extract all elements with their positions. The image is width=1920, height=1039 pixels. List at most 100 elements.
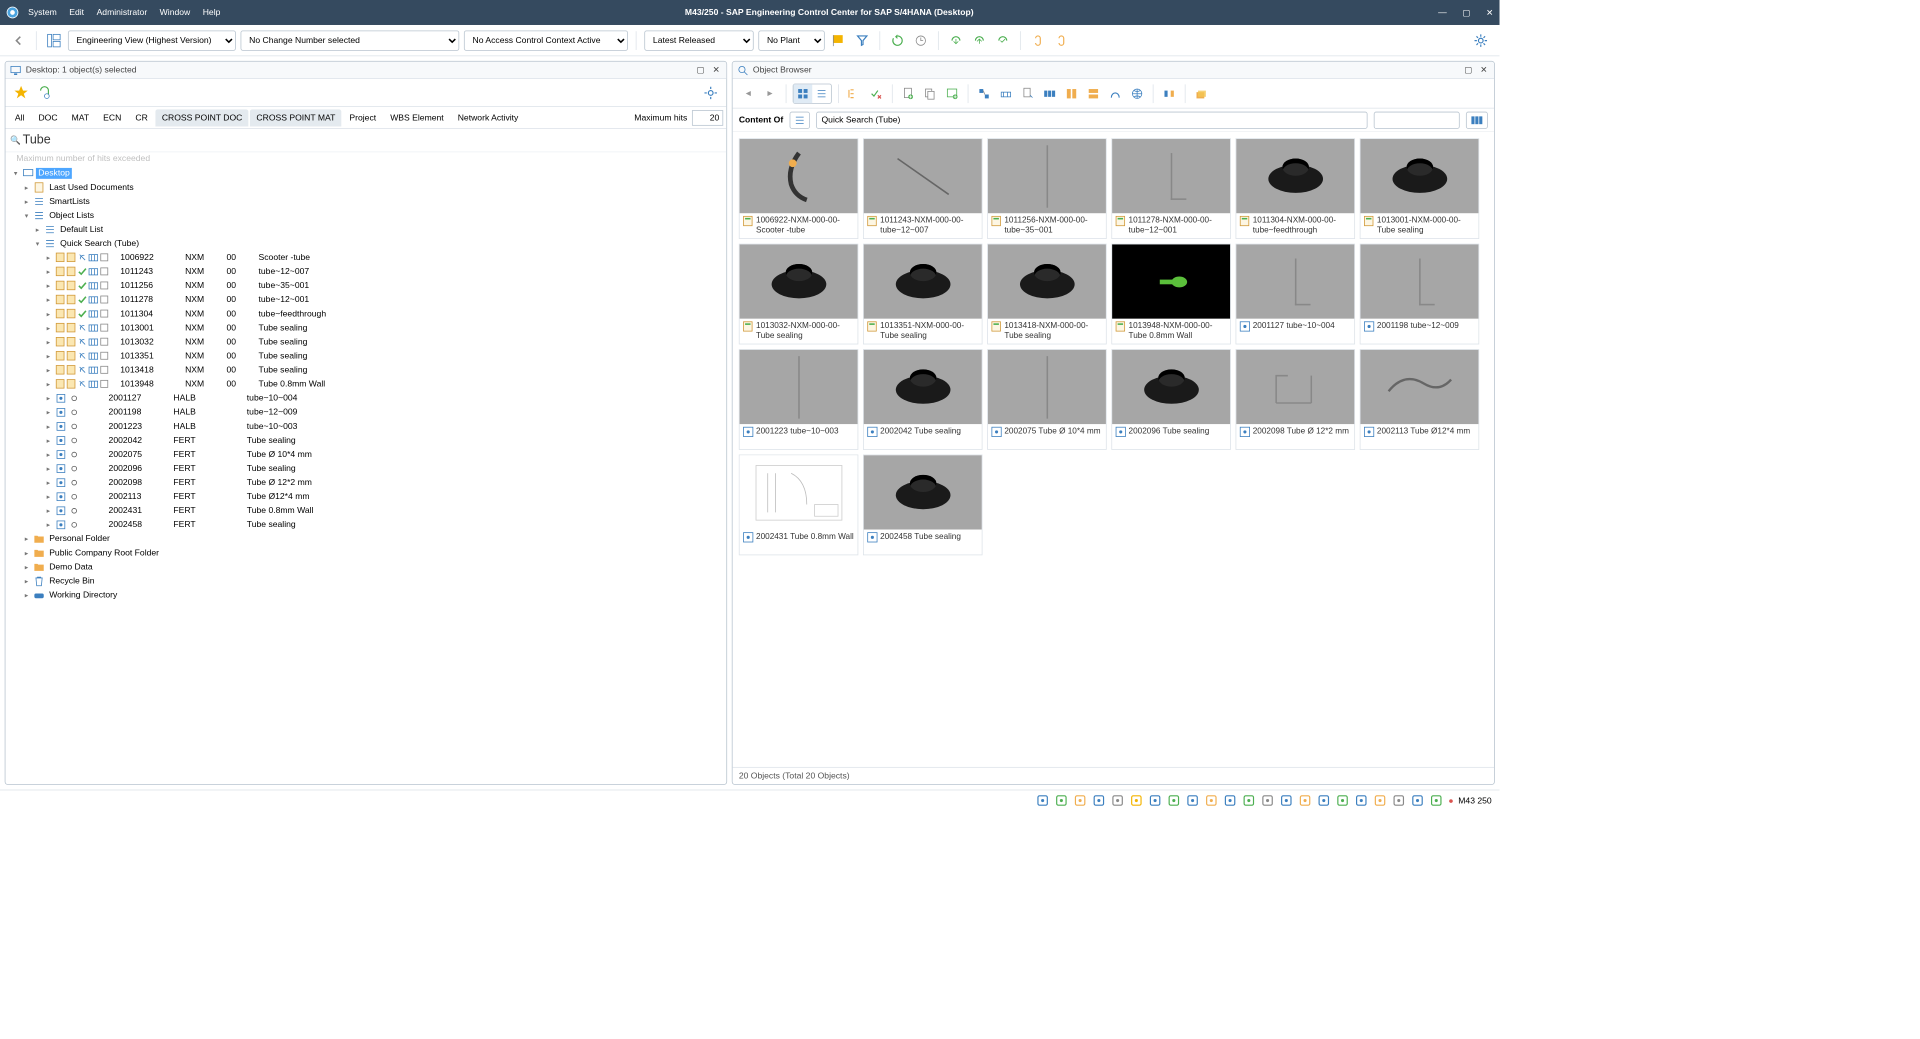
tool-5-icon[interactable]: [1062, 84, 1081, 103]
tree-row[interactable]: ▾Quick Search (Tube): [9, 237, 724, 251]
desktop-tree[interactable]: ▾Desktop ▸Last Used Documents ▸SmartList…: [5, 165, 726, 784]
change-number-selector[interactable]: No Change Number selected: [241, 30, 460, 50]
plant-selector[interactable]: No Plant: [758, 30, 824, 50]
tree-doc-row[interactable]: ▸ 1011243NXM00tube~12~007: [9, 265, 724, 279]
tab-doc[interactable]: DOC: [32, 109, 64, 126]
new-sheet-icon[interactable]: [943, 84, 962, 103]
tool-1-icon[interactable]: [975, 84, 994, 103]
tree-mat-row[interactable]: ▸ 2002098FERTTube Ø 12*2 mm: [9, 476, 724, 490]
tree-row[interactable]: ▸Working Directory: [9, 588, 724, 602]
refresh-time-icon[interactable]: [911, 31, 930, 50]
thumbnail-item[interactable]: 2002098 Tube Ø 12*2 mm: [1236, 349, 1355, 450]
back-button[interactable]: [9, 31, 28, 50]
max-hits-input[interactable]: [692, 110, 723, 126]
tab-cr[interactable]: CR: [129, 109, 154, 126]
copy-doc-icon[interactable]: [921, 84, 940, 103]
desktop-search-input[interactable]: [23, 133, 722, 147]
thumbnail-item[interactable]: 2002113 Tube Ø12*4 mm: [1360, 349, 1479, 450]
tree-doc-row[interactable]: ▸ 1013948NXM00Tube 0.8mm Wall: [9, 377, 724, 391]
settings-icon[interactable]: [1471, 31, 1490, 50]
tool-6-icon[interactable]: [1084, 84, 1103, 103]
status-icon-21[interactable]: [1430, 794, 1444, 808]
tree-doc-row[interactable]: ▸ 1011304NXM00tube~feedthrough: [9, 307, 724, 321]
release-selector[interactable]: Latest Released: [644, 30, 753, 50]
thumbnail-item[interactable]: 2002075 Tube Ø 10*4 mm: [987, 349, 1106, 450]
menu-help[interactable]: Help: [203, 8, 221, 17]
hierarchy-icon[interactable]: [845, 84, 864, 103]
refresh-icon[interactable]: [888, 31, 907, 50]
content-mode-icon[interactable]: [789, 111, 809, 128]
thumbnail-item[interactable]: 2002431 Tube 0.8mm Wall: [739, 455, 858, 556]
thumbnail-item[interactable]: 2002096 Tube sealing: [1111, 349, 1230, 450]
tool-4-icon[interactable]: [1040, 84, 1059, 103]
tree-mat-row[interactable]: ▸ 2001198HALBtube~12~009: [9, 405, 724, 419]
tree-mat-row[interactable]: ▸ 2001127HALBtube~10~004: [9, 391, 724, 405]
list-view-button[interactable]: [812, 84, 831, 103]
status-icon-1[interactable]: [1055, 794, 1069, 808]
tree-row[interactable]: ▸Personal Folder: [9, 532, 724, 546]
status-icon-9[interactable]: [1205, 794, 1219, 808]
tree-mat-row[interactable]: ▸ 2001223HALBtube~10~003: [9, 419, 724, 433]
tree-doc-row[interactable]: ▸ 1013351NXM00Tube sealing: [9, 349, 724, 363]
link-down-icon[interactable]: [1029, 31, 1048, 50]
thumbnail-item[interactable]: 2002042 Tube sealing: [863, 349, 982, 450]
tree-row[interactable]: ▸Public Company Root Folder: [9, 546, 724, 560]
close-button[interactable]: ✕: [1486, 7, 1493, 17]
status-icon-10[interactable]: [1223, 794, 1237, 808]
tree-doc-row[interactable]: ▸ 1013001NXM00Tube sealing: [9, 321, 724, 335]
menu-window[interactable]: Window: [160, 8, 191, 17]
status-icon-8[interactable]: [1186, 794, 1200, 808]
thumbnail-item[interactable]: 1013948-NXM-000-00-Tube 0.8mm Wall: [1111, 244, 1230, 345]
thumbnail-grid[interactable]: 1006922-NXM-000-00-Scooter -tube 1011243…: [733, 132, 1494, 767]
tree-row[interactable]: ▸Last Used Documents: [9, 180, 724, 194]
tool-8-icon[interactable]: [1160, 84, 1179, 103]
status-icon-17[interactable]: [1355, 794, 1369, 808]
filter-icon[interactable]: [853, 31, 872, 50]
tree-doc-row[interactable]: ▸ 1011256NXM00tube~35~001: [9, 279, 724, 293]
maximize-panel-icon[interactable]: ▢: [695, 64, 706, 75]
tree-mat-row[interactable]: ▸ 2002113FERTTube Ø12*4 mm: [9, 490, 724, 504]
thumbnail-item[interactable]: 2001223 tube~10~003: [739, 349, 858, 450]
browser-search-input[interactable]: [816, 111, 1368, 128]
browser-filter-input[interactable]: [1374, 111, 1460, 128]
tab-cross-point-doc[interactable]: CROSS POINT DOC: [156, 109, 249, 126]
favorite-star-icon[interactable]: [12, 83, 31, 102]
tree-mat-row[interactable]: ▸ 2002075FERTTube Ø 10*4 mm: [9, 448, 724, 462]
thumbnail-item[interactable]: 1013001-NXM-000-00-Tube sealing: [1360, 138, 1479, 239]
tree-row[interactable]: ▸Recycle Bin: [9, 574, 724, 588]
tree-desktop[interactable]: Desktop: [36, 168, 72, 179]
status-icon-3[interactable]: [1092, 794, 1106, 808]
minimize-button[interactable]: —: [1438, 7, 1447, 17]
thumbnail-item[interactable]: 1011256-NXM-000-00-tube~35~001: [987, 138, 1106, 239]
sync-up-icon[interactable]: [970, 31, 989, 50]
status-icon-18[interactable]: [1373, 794, 1387, 808]
thumbnail-item[interactable]: 1011278-NXM-000-00-tube~12~001: [1111, 138, 1230, 239]
globe-icon[interactable]: [1128, 84, 1147, 103]
tab-mat[interactable]: MAT: [65, 109, 95, 126]
view-selector[interactable]: Engineering View (Highest Version): [68, 30, 236, 50]
status-icon-12[interactable]: [1261, 794, 1275, 808]
panel-settings-icon[interactable]: [701, 83, 720, 102]
link-up-icon[interactable]: [1052, 31, 1071, 50]
status-icon-4[interactable]: [1111, 794, 1125, 808]
tree-row[interactable]: ▾Desktop: [9, 166, 724, 180]
thumbnail-view-button[interactable]: [793, 84, 812, 103]
flag-icon[interactable]: [829, 31, 848, 50]
thumbnail-item[interactable]: 2001127 tube~10~004: [1236, 244, 1355, 345]
status-icon-0[interactable]: [1036, 794, 1050, 808]
menu-system[interactable]: System: [28, 8, 57, 17]
tool-7-icon[interactable]: [1106, 84, 1125, 103]
stack-icon[interactable]: [1192, 84, 1211, 103]
status-icon-15[interactable]: [1317, 794, 1331, 808]
tree-row[interactable]: ▸SmartLists: [9, 194, 724, 208]
nav-forward-icon[interactable]: ►: [761, 84, 780, 103]
link-refresh-icon[interactable]: [35, 83, 54, 102]
tab-wbs-element[interactable]: WBS Element: [384, 109, 450, 126]
check-x-icon[interactable]: [867, 84, 886, 103]
tree-mat-row[interactable]: ▸ 2002096FERTTube sealing: [9, 462, 724, 476]
thumbnail-item[interactable]: 1011304-NXM-000-00-tube~feedthrough: [1236, 138, 1355, 239]
thumbnail-item[interactable]: 2002458 Tube sealing: [863, 455, 982, 556]
tool-3-icon[interactable]: [1018, 84, 1037, 103]
status-icon-2[interactable]: [1074, 794, 1088, 808]
thumbnail-item[interactable]: 2001198 tube~12~009: [1360, 244, 1479, 345]
